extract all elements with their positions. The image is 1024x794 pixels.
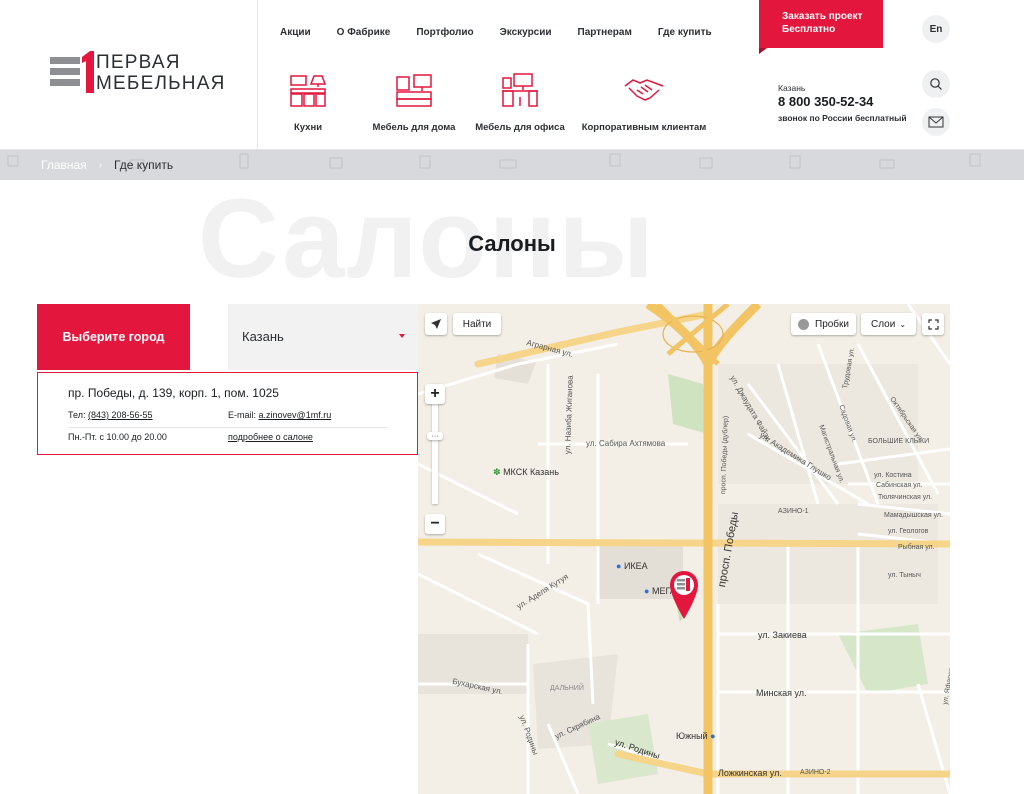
breadcrumb-current: Где купить <box>114 158 174 172</box>
mail-button[interactable] <box>922 108 950 136</box>
home-furniture-icon <box>396 74 432 107</box>
language-button[interactable]: En <box>922 15 950 43</box>
map-zoom-out-button[interactable]: − <box>425 514 445 534</box>
city-select[interactable]: Казань <box>228 304 418 370</box>
nav-link-tours[interactable]: Экскурсии <box>500 27 552 38</box>
brand-line-1: ПЕРВАЯ <box>96 52 181 73</box>
search-icon <box>930 78 942 90</box>
geolocation-button[interactable] <box>425 313 447 335</box>
map-label-lozhkinskaya: Ложкинская ул. <box>718 768 782 778</box>
salon-map[interactable]: Аграрная ул. ул. Сабира Ахтямова ул. Наз… <box>418 304 950 794</box>
cta-line-1: Заказать проект <box>782 11 863 22</box>
map-poi-mcks-label: МКСК Казань <box>503 467 559 477</box>
chevron-down-icon: ⌄ <box>899 319 907 329</box>
chevron-down-icon <box>399 334 405 338</box>
category-office-furniture[interactable]: Мебель для офиса <box>468 72 572 133</box>
handshake-icon <box>624 79 664 101</box>
brand-line-2: МЕБЕЛЬНАЯ <box>96 73 226 94</box>
salon-details-row: подробнее о салоне <box>228 432 313 442</box>
header-divider <box>257 0 258 150</box>
map-base <box>418 304 950 794</box>
brand-name: ПЕРВАЯ МЕБЕЛЬНАЯ <box>96 52 226 94</box>
map-fullscreen-button[interactable] <box>922 313 944 335</box>
map-poi-yuzhny-label: Южный <box>676 731 708 741</box>
map-zoom-handle[interactable]: ··· <box>427 432 443 440</box>
search-button[interactable] <box>922 70 950 98</box>
salon-email-link[interactable]: a.zinovev@1mf.ru <box>259 410 332 420</box>
salon-phone-link[interactable]: (843) 208-56-55 <box>88 410 153 420</box>
map-poi-yuzhny[interactable]: Южный ● <box>676 731 716 741</box>
map-find-button[interactable]: Найти <box>453 313 501 335</box>
map-label-kostina: ул. Костина <box>874 472 912 479</box>
map-label-sabinskaya: Сабинская ул. <box>876 482 923 489</box>
salon-email-row: E-mail: a.zinovev@1mf.ru <box>228 410 331 420</box>
top-navigation: Акции О Фабрике Портфолио Экскурсии Парт… <box>280 27 738 38</box>
breadcrumb-home-link[interactable]: Главная <box>41 158 87 172</box>
map-label-minskaya: Минская ул. <box>756 688 807 698</box>
map-label-azino2: АЗИНО-2 <box>800 769 831 776</box>
contact-city: Казань <box>778 83 806 93</box>
map-layers-label: Слои <box>870 318 896 330</box>
nav-link-partners[interactable]: Партнерам <box>578 27 632 38</box>
map-label-sabira: ул. Сабира Ахтямова <box>586 439 666 448</box>
map-label-rybnaya: Рыбная ул. <box>898 544 935 551</box>
map-label-tyulyachinskaya: Тюлячинская ул. <box>878 494 933 501</box>
map-label-azino1: АЗИНО-1 <box>778 508 809 515</box>
site-header: ПЕРВАЯ МЕБЕЛЬНАЯ Акции О Фабрике Портфол… <box>0 0 1024 150</box>
contact-block: Казань 8 800 350-52-34 звонок по России … <box>778 83 907 123</box>
category-home-furniture[interactable]: Мебель для дома <box>364 72 464 133</box>
map-poi-ikea[interactable]: ● ИКЕА <box>616 561 648 571</box>
map-traffic-button[interactable]: Пробки <box>791 313 856 335</box>
city-selector-label: Выберите город <box>37 304 190 370</box>
page-title: Салоны <box>468 231 556 256</box>
map-layers-button[interactable]: Слои ⌄ <box>861 313 916 335</box>
category-label-office-furniture: Мебель для офиса <box>475 122 565 133</box>
salon-details-link[interactable]: подробнее о салоне <box>228 432 313 442</box>
category-kitchens[interactable]: Кухни <box>278 72 338 133</box>
category-label-home-furniture: Мебель для дома <box>372 122 456 133</box>
map-label-tynych: ул. Тыныч <box>888 572 921 579</box>
logo-mark-icon <box>50 51 94 93</box>
office-furniture-icon <box>502 73 538 107</box>
brand-logo[interactable]: ПЕРВАЯ МЕБЕЛЬНАЯ <box>50 51 226 94</box>
salon-map-pin-icon[interactable] <box>668 569 700 621</box>
salon-card: пр. Победы, д. 139, корп. 1, пом. 1025 Т… <box>37 372 418 455</box>
map-traffic-label: Пробки <box>815 318 849 330</box>
salon-phone-row: Тел: (843) 208-56-55 <box>68 410 153 420</box>
map-label-dalniy: ДАЛЬНИЙ <box>550 685 584 692</box>
cta-line-2: Бесплатно <box>782 24 836 35</box>
kitchen-icon <box>290 75 327 107</box>
category-menu: Кухни Мебель для дома Мебель для офиса К… <box>268 72 738 142</box>
expand-icon <box>927 318 939 330</box>
contact-note: звонок по России бесплатный <box>778 113 907 123</box>
contact-phone[interactable]: 8 800 350-52-34 <box>778 94 907 109</box>
nav-link-where-to-buy[interactable]: Где купить <box>658 27 712 38</box>
category-corporate[interactable]: Корпоративным клиентам <box>580 72 708 133</box>
nav-link-promotions[interactable]: Акции <box>280 27 311 38</box>
category-label-kitchens: Кухни <box>293 122 323 133</box>
salon-divider <box>68 427 388 428</box>
map-label-zakieva: ул. Закиева <box>758 630 807 640</box>
map-poi-mcks[interactable]: ✽ МКСК Казань <box>493 467 559 478</box>
location-arrow-icon <box>431 319 441 329</box>
order-project-button[interactable]: Заказать проект Бесплатно <box>759 0 883 54</box>
city-select-value: Казань <box>242 329 284 344</box>
nav-link-about[interactable]: О Фабрике <box>337 27 391 38</box>
map-label-geologov: ул. Геологов <box>888 528 929 535</box>
category-label-corporate: Корпоративным клиентам <box>581 122 707 133</box>
nav-link-portfolio[interactable]: Портфолио <box>416 27 473 38</box>
map-zoom-in-button[interactable]: + <box>425 384 445 404</box>
map-label-mamadysh: Мамадышская ул. <box>884 512 943 519</box>
traffic-icon <box>798 318 809 330</box>
salon-phone-label: Тел: <box>68 410 86 420</box>
map-poi-ikea-label: ИКЕА <box>623 561 648 571</box>
salon-email-label: E-mail: <box>228 410 257 420</box>
mail-icon <box>928 116 944 128</box>
salon-hours: Пн.-Пт. с 10.00 до 20.00 <box>68 432 167 442</box>
breadcrumb-chevron-icon: › <box>98 159 103 171</box>
salon-address: пр. Победы, д. 139, корп. 1, пом. 1025 <box>68 386 279 400</box>
